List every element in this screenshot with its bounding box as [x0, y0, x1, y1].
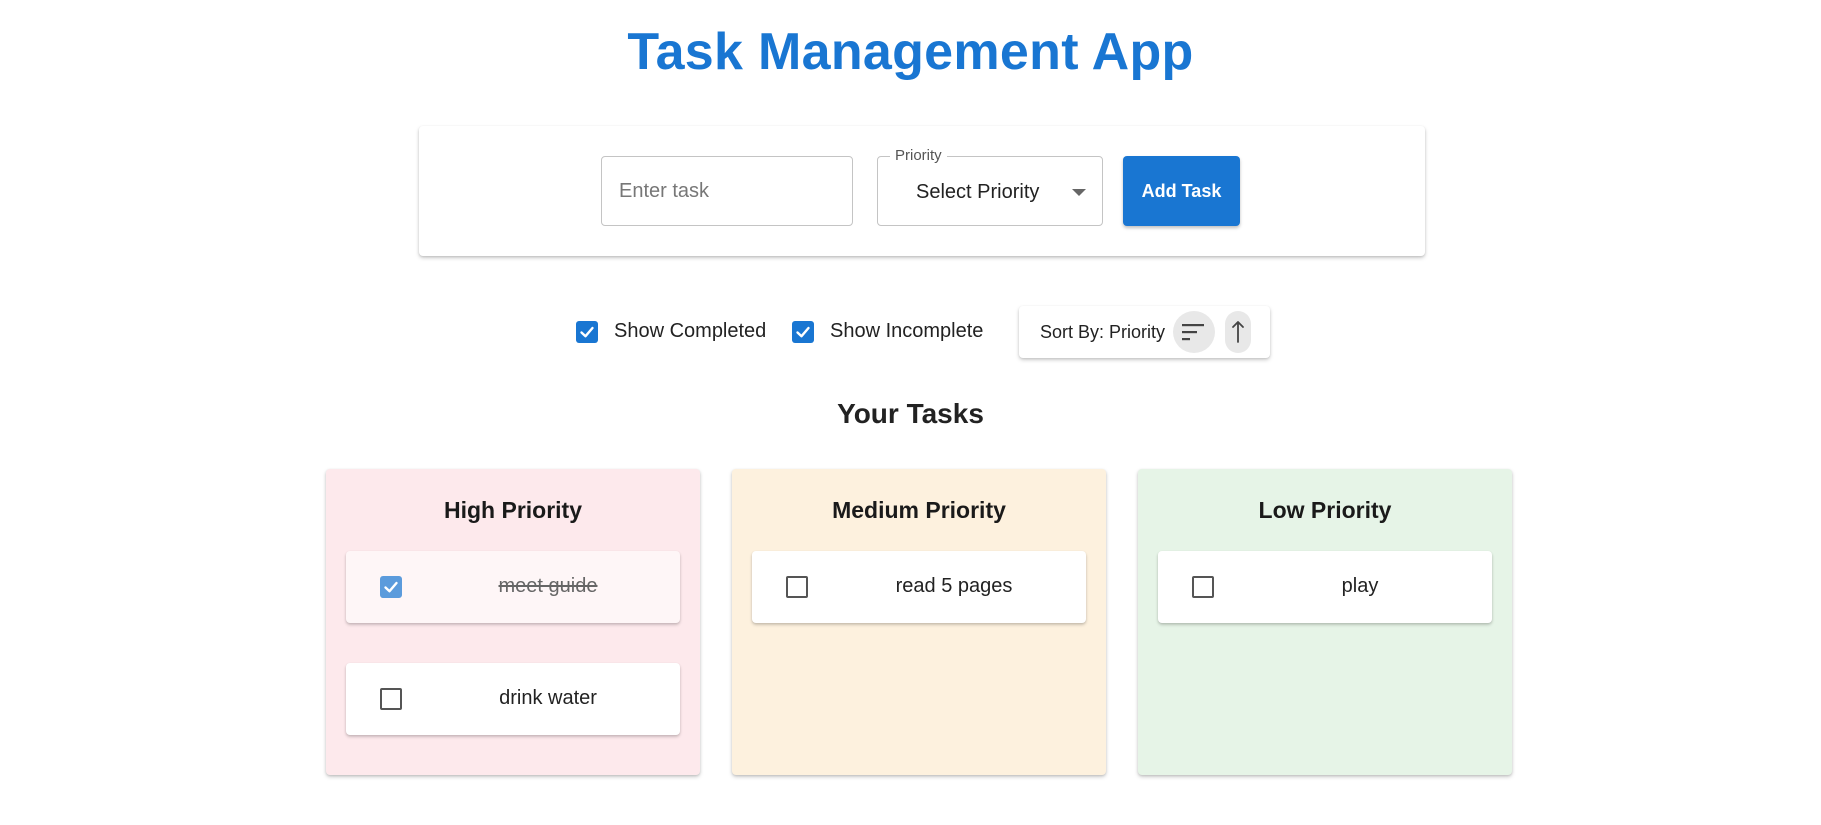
sort-button[interactable]: [1173, 311, 1215, 353]
check-icon: [580, 326, 594, 337]
task-text: read 5 pages: [895, 575, 1013, 597]
task-checkbox[interactable]: [1192, 576, 1214, 598]
column-title: High Priority: [443, 497, 582, 523]
task-checkbox[interactable]: [380, 576, 402, 598]
show-completed-filter[interactable]: Show Completed: [576, 320, 766, 343]
column-title: Medium Priority: [832, 497, 1006, 523]
task-checkbox[interactable]: [786, 576, 808, 598]
sort-control: Sort By: Priority: [1019, 306, 1270, 358]
task-text: meet guide: [498, 575, 598, 597]
page: Task Management App Priority Select Prio…: [0, 0, 1821, 825]
check-icon: [384, 581, 398, 593]
sort-label: Sort By: Priority: [1040, 322, 1166, 342]
priority-value: Select Priority: [916, 181, 1040, 203]
show-incomplete-label: Show Incomplete: [830, 320, 984, 342]
check-icon: [796, 326, 810, 337]
task-input[interactable]: [601, 156, 853, 226]
medium-priority-column: Medium Priority read 5 pages: [732, 469, 1106, 775]
app-title: Task Management App: [627, 23, 1194, 81]
unchecked-box: [786, 576, 808, 598]
task-checkbox[interactable]: [380, 688, 402, 710]
high-priority-column: High Priority meet guide drink water: [326, 469, 700, 775]
show-incomplete-checkbox[interactable]: [792, 320, 814, 343]
priority-select[interactable]: Priority Select Priority: [877, 147, 1103, 226]
task-text: drink water: [499, 687, 597, 709]
priority-label: Priority: [890, 147, 947, 164]
sort-lines-icon: [1182, 324, 1204, 341]
show-completed-label: Show Completed: [614, 320, 767, 342]
add-task-card: Priority Select Priority Add Task: [419, 126, 1425, 256]
task-card[interactable]: meet guide: [346, 551, 680, 623]
add-task-button[interactable]: Add Task: [1123, 156, 1240, 226]
unchecked-box: [1192, 576, 1214, 598]
caret-down-icon: [1072, 189, 1086, 196]
unchecked-box: [380, 688, 402, 710]
arrow-up-icon: [1232, 321, 1244, 343]
task-card[interactable]: play: [1158, 551, 1492, 623]
task-card[interactable]: drink water: [346, 663, 680, 735]
your-tasks-title: Your Tasks: [837, 398, 984, 429]
checked-box: [380, 576, 402, 598]
low-priority-column: Low Priority play: [1138, 469, 1512, 775]
show-incomplete-filter[interactable]: Show Incomplete: [792, 320, 983, 343]
task-text: play: [1341, 575, 1379, 597]
task-card[interactable]: read 5 pages: [752, 551, 1086, 623]
sort-direction-button[interactable]: [1225, 311, 1251, 353]
show-completed-checkbox[interactable]: [576, 320, 598, 343]
column-title: Low Priority: [1258, 497, 1392, 523]
filter-bar: Show Completed Show Incomplete Sort By: …: [0, 306, 1821, 362]
